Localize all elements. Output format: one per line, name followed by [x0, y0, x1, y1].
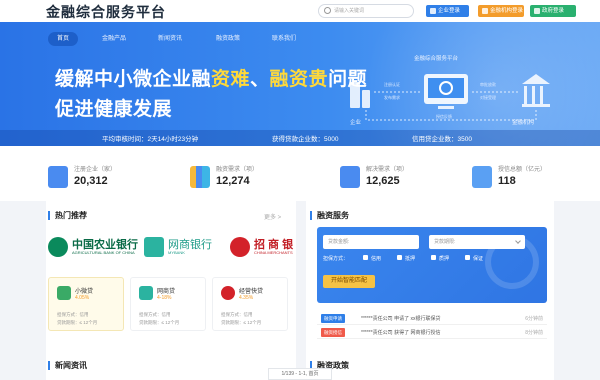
finance-title: 融资服务 [310, 211, 349, 220]
nav-products[interactable]: 金融产品 [96, 32, 132, 46]
kpi-value: 20,312 [74, 175, 108, 187]
activity-row[interactable]: 融资申请 ******责任公司 申请了 xx银行联保贷 6分钟前 [317, 313, 547, 325]
site-logo[interactable]: 金融综合服务平台 [46, 2, 166, 22]
flow-graphic [350, 74, 550, 121]
credit-company-count: 信用贷企业数：3500 [412, 136, 472, 143]
pagination-indicator[interactable]: 1/139 - 1-1, 首页 [268, 368, 332, 380]
start-match-button[interactable]: 开始智能匹配 [323, 275, 375, 288]
bank-logo-row: 中国农业银行 AGRICULTURAL BANK OF CHINA 网商银行 M… [48, 235, 298, 263]
government-login-button[interactable]: 政府登录 [530, 5, 576, 17]
diagram-step: 授信反馈 [436, 114, 452, 119]
activity-row[interactable]: 融资授信 ******责任公司 获得了 网商银行授信 8分钟前 [317, 327, 547, 339]
bank-icon [522, 74, 550, 107]
kpi-value: 12,274 [216, 175, 250, 187]
hot-panel: 热门推荐 更多 > 中国农业银行 AGRICULTURAL BANK OF CH… [46, 201, 296, 380]
activity-tag: 融资申请 [321, 314, 345, 323]
nav-contact[interactable]: 联系我们 [266, 32, 302, 46]
platform-monitor-icon [424, 74, 468, 109]
avg-review-time: 平均审核时间：2天14小时23分钟 [102, 136, 199, 143]
kpi-row: 注册企业（家） 20,312 融资需求（项） 12,274 解决需求（项） 12… [0, 146, 600, 201]
cmb-logo-icon [230, 237, 250, 257]
guarantee-option-credit[interactable]: 信用 [363, 255, 381, 262]
diagram-step: 发布需求 [384, 95, 400, 100]
product-card[interactable]: 小微贷 4.05% 担保方式：信用 贷款期限：≤ 12个月 [48, 277, 124, 331]
guarantee-label: 担保方式： [323, 256, 349, 262]
bank-icon [482, 8, 488, 14]
kpi-label: 解决需求（项） [366, 167, 409, 173]
diagram-institution-label: 金融机构 [512, 120, 535, 126]
enterprise-icon [350, 82, 370, 108]
service-flow-diagram: 金融综合服务平台 企业 金融机构 注册认证 发布需求 审批放款 对接受理 授信反… [336, 52, 576, 132]
institution-login-button[interactable]: 金融机构登录 [478, 5, 524, 17]
hot-title: 热门推荐 [48, 211, 87, 220]
card-icon [472, 166, 492, 188]
hero-headline: 缓解中小微企业融资难、融资贵问题 [55, 69, 368, 90]
hero-banner: 首页 金融产品 新闻资讯 融资政策 联系我们 缓解中小微企业融资难、融资贵问题 … [0, 22, 600, 146]
nav-policy[interactable]: 融资政策 [210, 32, 246, 46]
guarantee-option-mortgage[interactable]: 抵押 [397, 255, 415, 262]
kpi-label: 授信总额（亿元） [498, 167, 547, 173]
product-card[interactable]: 网商贷 4-18% 担保方式：信用 贷款期限：≤ 12个月 [130, 277, 206, 331]
books-icon [190, 166, 210, 188]
search-icon [324, 7, 331, 14]
kpi-value: 118 [498, 175, 516, 187]
document-icon [48, 166, 68, 188]
top-header: 金融综合服务平台 请输入关键词 企业登录 金融机构登录 政府登录 [0, 0, 600, 22]
loan-amount-input[interactable]: 贷款金额: [323, 235, 419, 249]
nav-news[interactable]: 新闻资讯 [152, 32, 188, 46]
mybank-product-icon [139, 286, 153, 300]
kpi-label: 注册企业（家） [74, 167, 117, 173]
loan-company-count: 获得贷款企业数：5000 [272, 136, 339, 143]
mybank-logo-icon [144, 237, 164, 257]
cmb-product-icon [221, 286, 235, 300]
kpi-value: 12,625 [366, 175, 400, 187]
finance-match-form: 贷款金额: 贷款期限: 担保方式： 信用 抵押 质押 保证 开始智能匹配 [317, 227, 547, 303]
finance-panel: 融资服务 贷款金额: 贷款期限: 担保方式： 信用 抵押 质押 保证 开始智能匹… [306, 201, 554, 380]
guarantee-option-guarantee[interactable]: 保证 [465, 255, 483, 262]
news-title: 新闻资讯 [48, 361, 87, 370]
product-card[interactable]: 经营快贷 4.35% 担保方式：信用 贷款期限：≤ 12个月 [212, 277, 288, 331]
kpi-label: 融资需求（项） [216, 167, 259, 173]
loan-term-select[interactable]: 贷款期限: [429, 235, 525, 249]
user-icon [430, 8, 436, 14]
enterprise-login-button[interactable]: 企业登录 [426, 5, 469, 17]
government-icon [534, 8, 540, 14]
diagram-enterprise-label: 企业 [350, 120, 362, 126]
chevron-down-icon [515, 238, 521, 244]
more-link[interactable]: 更多 > [264, 212, 281, 221]
search-placeholder: 请输入关键词 [334, 8, 365, 14]
main-nav: 首页 金融产品 新闻资讯 融资政策 联系我们 [0, 32, 600, 46]
check-icon [340, 166, 360, 188]
diagram-platform-label: 金融综合服务平台 [414, 56, 459, 62]
abc-product-icon [57, 286, 71, 300]
diagram-step: 对接受理 [480, 95, 496, 100]
activity-tag: 融资授信 [321, 328, 345, 337]
abc-logo-icon [48, 237, 68, 257]
search-input[interactable]: 请输入关键词 [318, 4, 414, 18]
diagram-step: 审批放款 [480, 82, 496, 87]
hero-subheadline: 促进健康发展 [55, 99, 173, 120]
guarantee-option-pledge[interactable]: 质押 [431, 255, 449, 262]
stats-bar: 平均审核时间：2天14小时23分钟 获得贷款企业数：5000 信用贷企业数：35… [0, 130, 600, 146]
diagram-step: 注册认证 [384, 82, 400, 87]
nav-home[interactable]: 首页 [48, 32, 78, 46]
